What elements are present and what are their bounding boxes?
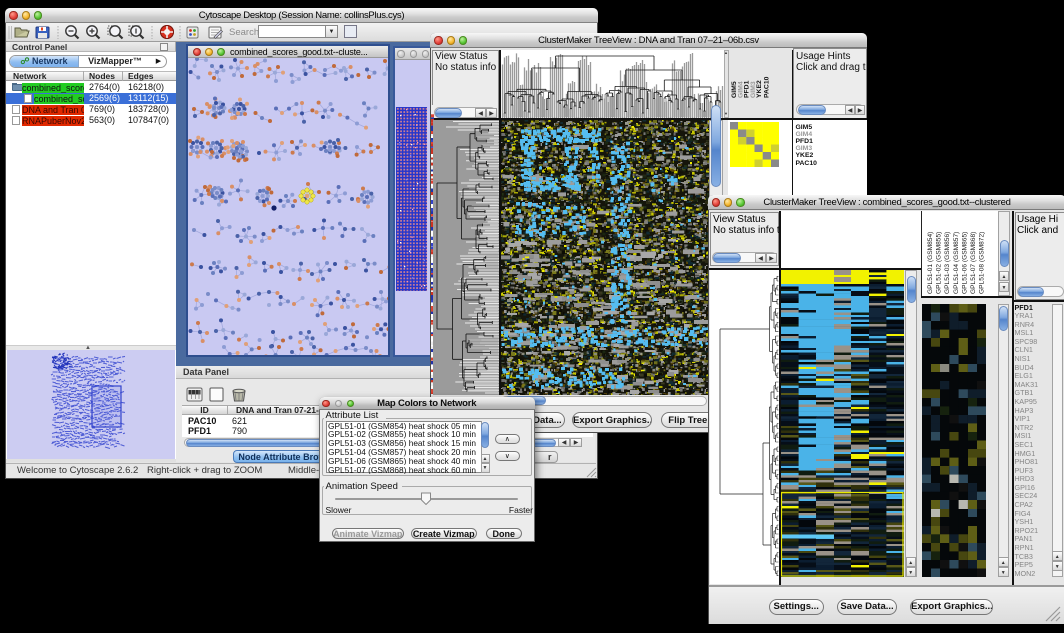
svg-text:GPL51-03 (GSM856): GPL51-03 (GSM856)	[944, 231, 951, 293]
svg-text:GPL51-07 (GSM868): GPL51-07 (GSM868)	[970, 231, 977, 293]
svg-text:GPL51-04 (GSM857): GPL51-04 (GSM857)	[953, 231, 960, 293]
svg-text:Search:: Search:	[229, 27, 262, 38]
svg-text:GPL51-08 (GSM872): GPL51-08 (GSM872)	[979, 231, 986, 293]
svg-text:GPL51-06 (GSM865): GPL51-06 (GSM865)	[961, 231, 968, 293]
svg-text:YKE2: YKE2	[756, 80, 763, 98]
svg-text:GPL51-01 (GSM854): GPL51-01 (GSM854)	[927, 231, 934, 293]
svg-text:GPL51-02 (GSM855): GPL51-02 (GSM855)	[936, 231, 943, 293]
svg-text:PAC10: PAC10	[763, 76, 770, 98]
